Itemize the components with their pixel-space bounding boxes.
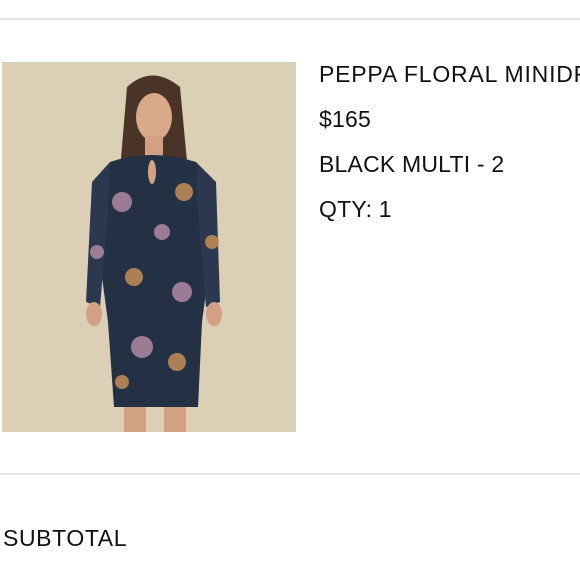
section-divider	[0, 473, 580, 475]
product-variant: BLACK MULTI - 2	[319, 151, 505, 177]
subtotal-label: SUBTOTAL	[3, 525, 128, 551]
product-image[interactable]	[2, 62, 296, 432]
product-name[interactable]: PEPPA FLORAL MINIDRESS	[319, 60, 580, 88]
product-info: PEPPA FLORAL MINIDRESS $165 BLACK MULTI …	[319, 60, 580, 240]
product-quantity: QTY: 1	[319, 196, 392, 222]
product-price: $165	[319, 106, 371, 132]
top-divider	[0, 18, 580, 20]
